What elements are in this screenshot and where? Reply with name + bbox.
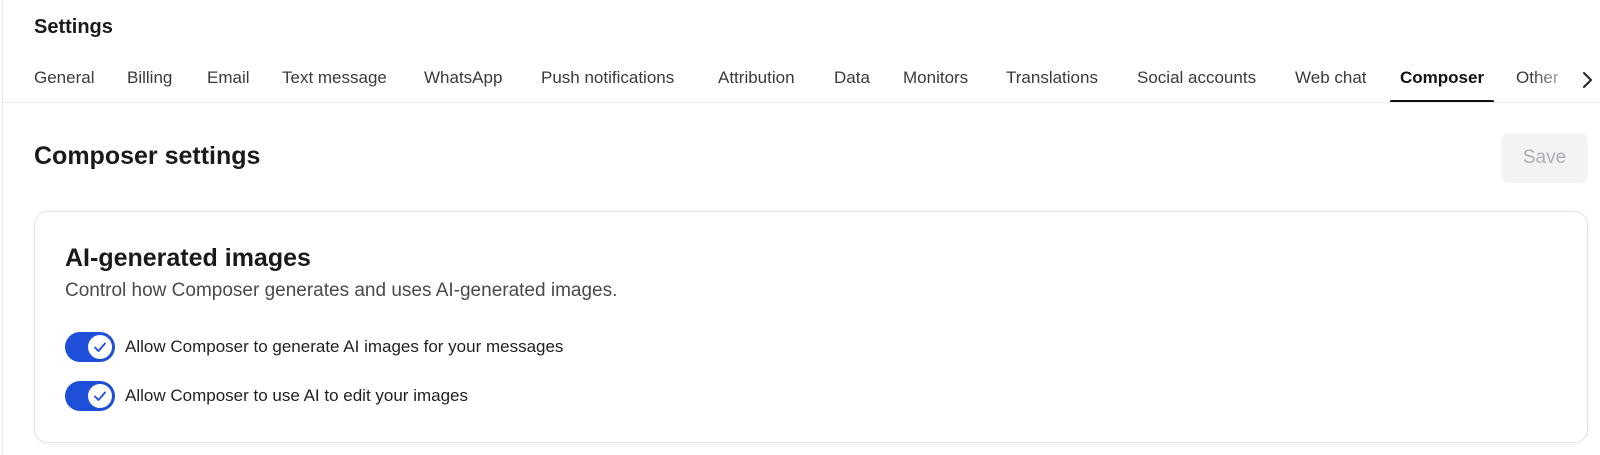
save-button[interactable]: Save [1501,133,1588,183]
generate-images-label: Allow Composer to generate AI images for… [125,337,564,356]
page-title: Settings [34,16,113,38]
tab-monitors[interactable]: Monitors [903,58,968,102]
tab-translations[interactable]: Translations [1006,58,1098,102]
tab-whatsapp[interactable]: WhatsApp [424,58,502,102]
edit-images-toggle[interactable] [65,381,115,411]
checkmark-icon [94,391,106,401]
tab-text-message[interactable]: Text message [282,58,387,102]
tab-attribution[interactable]: Attribution [718,58,795,102]
toggle-row-generate-images: Allow Composer to generate AI images for… [65,332,563,362]
tab-data[interactable]: Data [834,58,870,102]
generate-images-toggle[interactable] [65,332,115,362]
chevron-right-icon [1583,72,1592,88]
tab-composer[interactable]: Composer [1389,58,1495,102]
toggle-knob [88,384,112,408]
toggle-knob [88,335,112,359]
checkmark-icon [94,342,106,352]
tab-email[interactable]: Email [207,58,250,102]
tab-general[interactable]: General [34,58,94,102]
toggle-row-edit-images: Allow Composer to use AI to edit your im… [65,381,468,411]
card-description: Control how Composer generates and uses … [65,280,618,301]
ai-images-card: AI-generated images Control how Composer… [34,211,1588,443]
tab-push-notifications[interactable]: Push notifications [541,58,674,102]
settings-page: Settings General Billing Email Text mess… [2,0,1600,455]
tab-web-chat[interactable]: Web chat [1295,58,1367,102]
tab-scroll-right-button[interactable] [1577,68,1597,92]
section-title: Composer settings [34,142,261,170]
card-title: AI-generated images [65,244,311,272]
tab-billing[interactable]: Billing [127,58,172,102]
settings-tabs: General Billing Email Text message Whats… [3,58,1600,103]
edit-images-label: Allow Composer to use AI to edit your im… [125,386,468,405]
tab-social-accounts[interactable]: Social accounts [1137,58,1256,102]
